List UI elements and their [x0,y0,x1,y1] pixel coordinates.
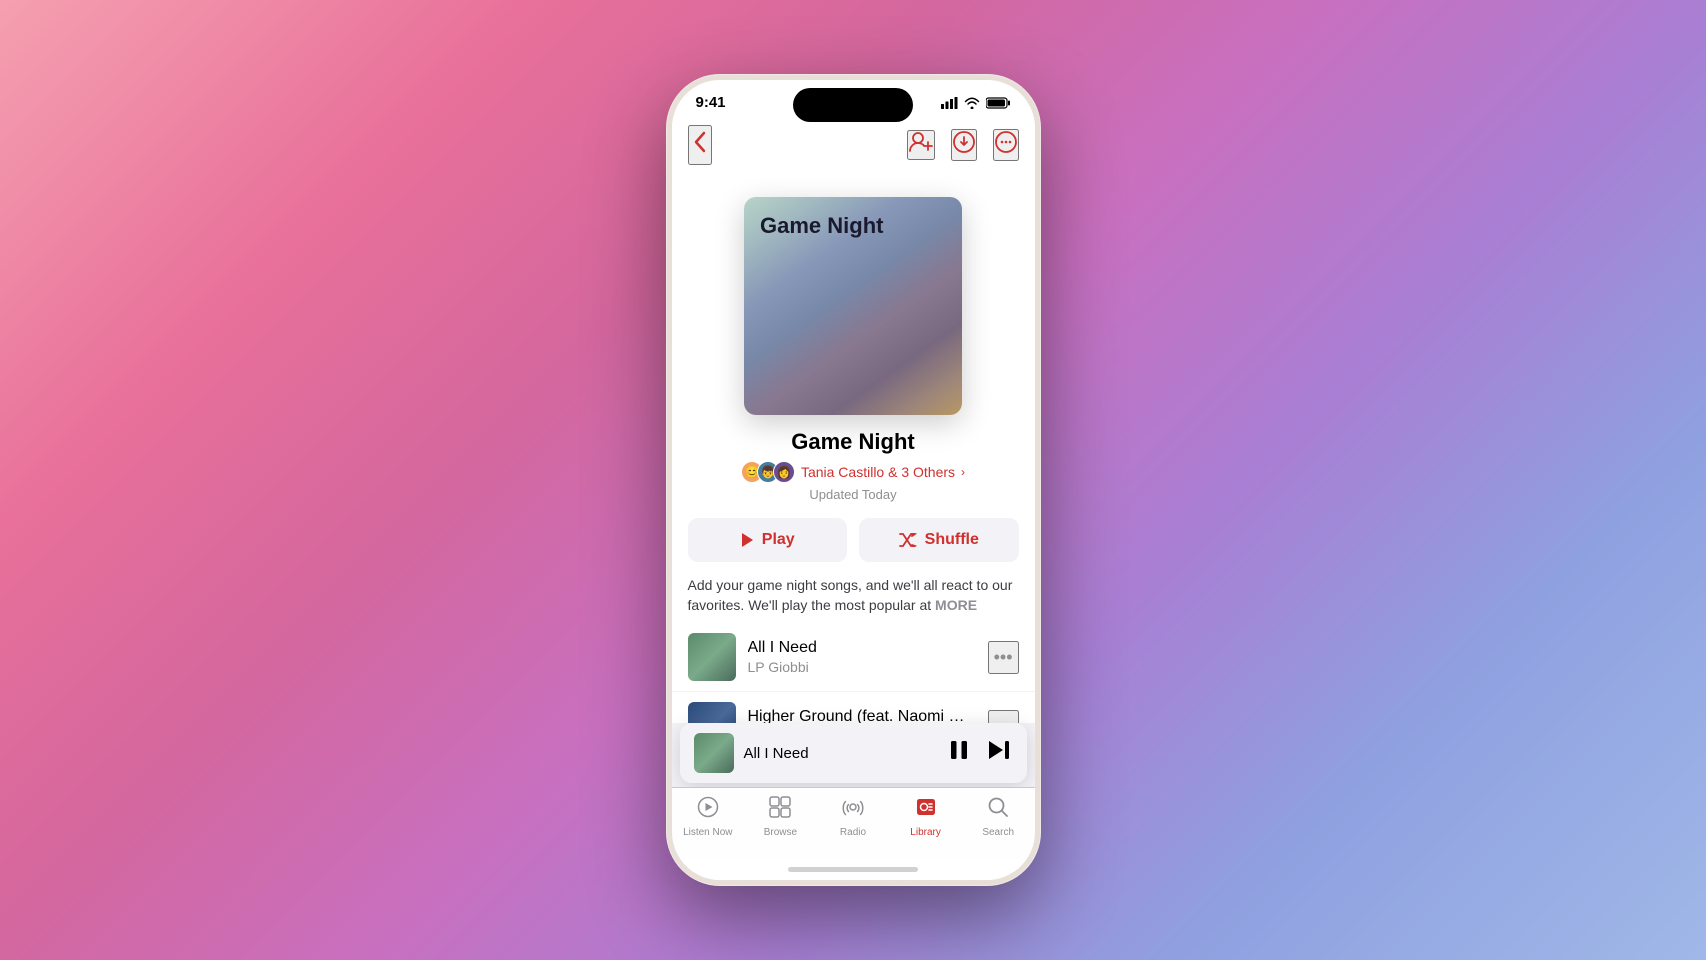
browse-label: Browse [764,827,797,838]
song-title-1: All I Need [748,639,976,657]
song-item-1[interactable]: All I Need LP Giobbi ••• [672,623,1035,691]
now-playing-title: All I Need [744,745,937,762]
shuffle-label: Shuffle [925,531,979,549]
chevron-right-icon: › [961,465,965,479]
phone-frame: 9:41 [666,74,1041,886]
wifi-icon [964,97,980,109]
more-options-button[interactable] [993,129,1019,161]
now-playing-bar[interactable]: All I Need [680,723,1027,783]
song-item-2[interactable]: Higher Ground (feat. Naomi Wild) ODESZA … [672,691,1035,723]
back-button[interactable] [688,125,712,165]
song-art-2 [688,702,736,723]
header-nav [672,117,1035,177]
play-button[interactable]: Play [688,518,848,562]
radio-icon [842,796,864,824]
search-icon [987,796,1009,824]
playlist-artwork: Game Night [744,197,962,415]
home-bar [788,867,918,872]
song-more-1[interactable]: ••• [988,641,1019,674]
tab-search[interactable]: Search [962,796,1035,838]
artwork-title-text: Game Night [760,213,883,239]
song-more-2[interactable]: ••• [988,710,1019,723]
song-info-2: Higher Ground (feat. Naomi Wild) ODESZA [748,708,976,723]
status-icons [941,97,1011,109]
now-playing-art [694,733,734,773]
download-button[interactable] [951,129,977,161]
contributors-link[interactable]: Tania Castillo & 3 Others [801,464,955,480]
library-label: Library [910,827,941,838]
now-playing-controls [947,737,1013,769]
listen-now-label: Listen Now [683,827,732,838]
contributor-avatars: 😊 👦 👩 [741,461,795,483]
tab-bar: Listen Now Browse [672,787,1035,858]
browse-icon [769,796,791,824]
battery-icon [986,97,1011,109]
updated-text: Updated Today [809,487,896,502]
song-title-2: Higher Ground (feat. Naomi Wild) [748,708,976,723]
tab-browse[interactable]: Browse [744,796,817,838]
skip-forward-button[interactable] [985,737,1013,769]
home-indicator [672,858,1035,880]
song-info-1: All I Need LP Giobbi [748,639,976,675]
radio-label: Radio [840,827,866,838]
more-link[interactable]: MORE [935,597,977,613]
main-content: Game Night Game Night 😊 👦 👩 Tania Castil… [672,177,1035,723]
contributors-row: 😊 👦 👩 Tania Castillo & 3 Others › [741,461,965,483]
tab-radio[interactable]: Radio [817,796,890,838]
song-artist-1: LP Giobbi [748,659,976,675]
playlist-title: Game Night [791,429,914,455]
tab-listen-now[interactable]: Listen Now [672,796,745,838]
play-shuffle-row: Play Shuffle [672,502,1035,562]
song-list: All I Need LP Giobbi ••• Higher Ground (… [672,623,1035,723]
shuffle-button[interactable]: Shuffle [859,518,1019,562]
avatar-3: 👩 [773,461,795,483]
signal-icon [941,97,958,109]
add-person-button[interactable] [907,130,935,160]
phone-screen: 9:41 [672,80,1035,880]
artwork-section: Game Night Game Night 😊 👦 👩 Tania Castil… [672,177,1035,502]
description-text: Add your game night songs, and we'll all… [672,562,1035,623]
play-label: Play [762,531,795,549]
library-icon [915,796,937,824]
tab-library[interactable]: Library [889,796,962,838]
pause-button[interactable] [947,737,971,769]
listen-now-icon [697,796,719,824]
search-label: Search [982,827,1014,838]
header-actions [907,129,1019,161]
song-art-1 [688,633,736,681]
status-time: 9:41 [696,94,726,111]
notch [793,88,913,122]
